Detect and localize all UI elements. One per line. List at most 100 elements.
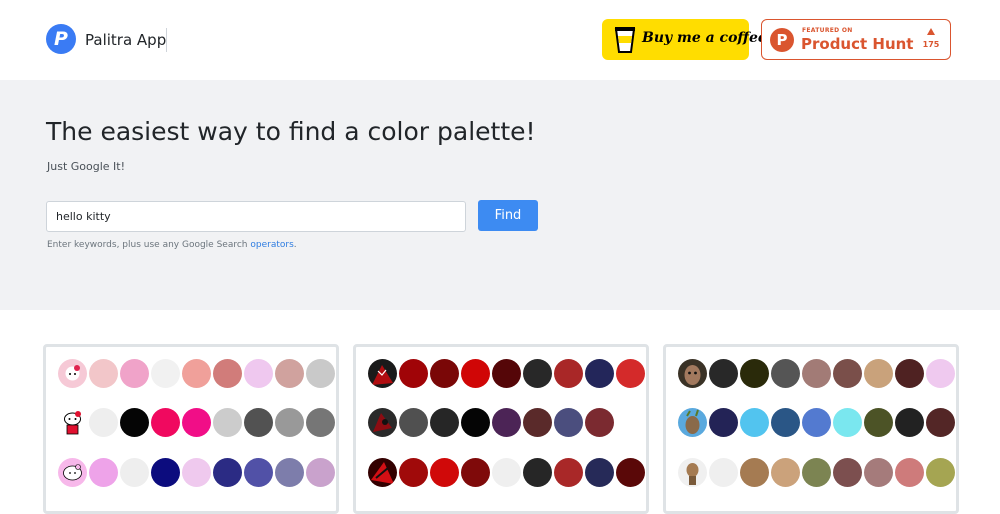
color-swatch[interactable] [864,359,893,388]
operators-link[interactable]: operators [250,240,293,250]
color-swatch[interactable] [244,408,273,437]
color-swatch[interactable] [523,359,552,388]
kitty-outline-thumb[interactable] [58,458,87,487]
color-swatch[interactable] [151,408,180,437]
color-swatch[interactable] [213,359,242,388]
kitty-red-bow-thumb[interactable] [58,408,87,437]
color-swatch[interactable] [213,408,242,437]
color-swatch[interactable] [771,408,800,437]
color-swatch[interactable] [740,359,769,388]
color-swatch[interactable] [585,408,614,437]
color-swatch[interactable] [492,458,521,487]
color-swatch[interactable] [926,458,955,487]
color-swatch[interactable] [461,408,490,437]
color-swatch[interactable] [585,458,614,487]
color-swatch[interactable] [585,359,614,388]
color-swatch[interactable] [275,359,304,388]
color-swatch[interactable] [430,408,459,437]
palette-card[interactable] [43,344,339,514]
color-swatch[interactable] [895,458,924,487]
color-swatch[interactable] [926,408,955,437]
color-swatch[interactable] [213,458,242,487]
color-swatch[interactable] [740,458,769,487]
color-swatch[interactable] [709,408,738,437]
color-swatch[interactable] [523,458,552,487]
palette-row[interactable] [368,359,645,388]
color-swatch[interactable] [461,359,490,388]
color-swatch[interactable] [926,359,955,388]
palette-row[interactable] [678,458,955,487]
color-swatch[interactable] [523,408,552,437]
color-swatch[interactable] [554,458,583,487]
product-hunt-badge[interactable]: P FEATURED ON Product Hunt 175 [761,19,951,60]
groot-face-thumb[interactable] [678,359,707,388]
palette-row[interactable] [678,359,955,388]
color-swatch[interactable] [616,408,645,437]
color-swatch[interactable] [833,359,862,388]
color-swatch[interactable] [244,458,273,487]
color-swatch[interactable] [306,458,335,487]
color-swatch[interactable] [554,359,583,388]
color-swatch[interactable] [461,458,490,487]
spider-action-thumb[interactable] [368,458,397,487]
color-swatch[interactable] [430,458,459,487]
color-swatch[interactable] [120,359,149,388]
palette-row[interactable] [368,408,645,437]
color-swatch[interactable] [399,408,428,437]
color-swatch[interactable] [616,359,645,388]
color-swatch[interactable] [306,359,335,388]
color-swatch[interactable] [740,408,769,437]
color-swatch[interactable] [554,408,583,437]
spider-red-thumb[interactable] [368,359,397,388]
color-swatch[interactable] [616,458,645,487]
search-input[interactable] [46,201,466,232]
color-swatch[interactable] [120,458,149,487]
color-swatch[interactable] [492,359,521,388]
color-swatch[interactable] [182,359,211,388]
palette-card[interactable] [353,344,649,514]
buy-me-a-coffee-button[interactable]: Buy me a coffee [602,19,767,60]
palette-row[interactable] [678,408,955,437]
spider-dark-thumb[interactable] [368,408,397,437]
palette-row[interactable] [58,359,335,388]
color-swatch[interactable] [89,359,118,388]
groot-baby-thumb[interactable] [678,458,707,487]
color-swatch[interactable] [895,359,924,388]
app-name[interactable]: Palitra App [85,31,166,49]
palette-row[interactable] [58,408,335,437]
color-swatch[interactable] [244,359,273,388]
color-swatch[interactable] [864,458,893,487]
color-swatch[interactable] [802,408,831,437]
color-swatch[interactable] [275,408,304,437]
color-swatch[interactable] [306,408,335,437]
color-swatch[interactable] [89,458,118,487]
color-swatch[interactable] [802,458,831,487]
palette-card[interactable] [663,344,959,514]
palitra-logo-icon[interactable]: P [46,24,76,54]
color-swatch[interactable] [120,408,149,437]
color-swatch[interactable] [151,359,180,388]
color-swatch[interactable] [833,458,862,487]
color-swatch[interactable] [399,458,428,487]
color-swatch[interactable] [151,458,180,487]
color-swatch[interactable] [430,359,459,388]
color-swatch[interactable] [864,408,893,437]
color-swatch[interactable] [275,458,304,487]
color-swatch[interactable] [709,359,738,388]
groot-blue-thumb[interactable] [678,408,707,437]
color-swatch[interactable] [182,458,211,487]
color-swatch[interactable] [895,408,924,437]
palette-row[interactable] [368,458,645,487]
color-swatch[interactable] [802,359,831,388]
color-swatch[interactable] [771,359,800,388]
color-swatch[interactable] [399,359,428,388]
color-swatch[interactable] [182,408,211,437]
color-swatch[interactable] [709,458,738,487]
pink-kitty-thumb[interactable] [58,359,87,388]
color-swatch[interactable] [771,458,800,487]
color-swatch[interactable] [89,408,118,437]
palette-row[interactable] [58,458,335,487]
color-swatch[interactable] [492,408,521,437]
find-button[interactable]: Find [478,200,538,231]
color-swatch[interactable] [833,408,862,437]
